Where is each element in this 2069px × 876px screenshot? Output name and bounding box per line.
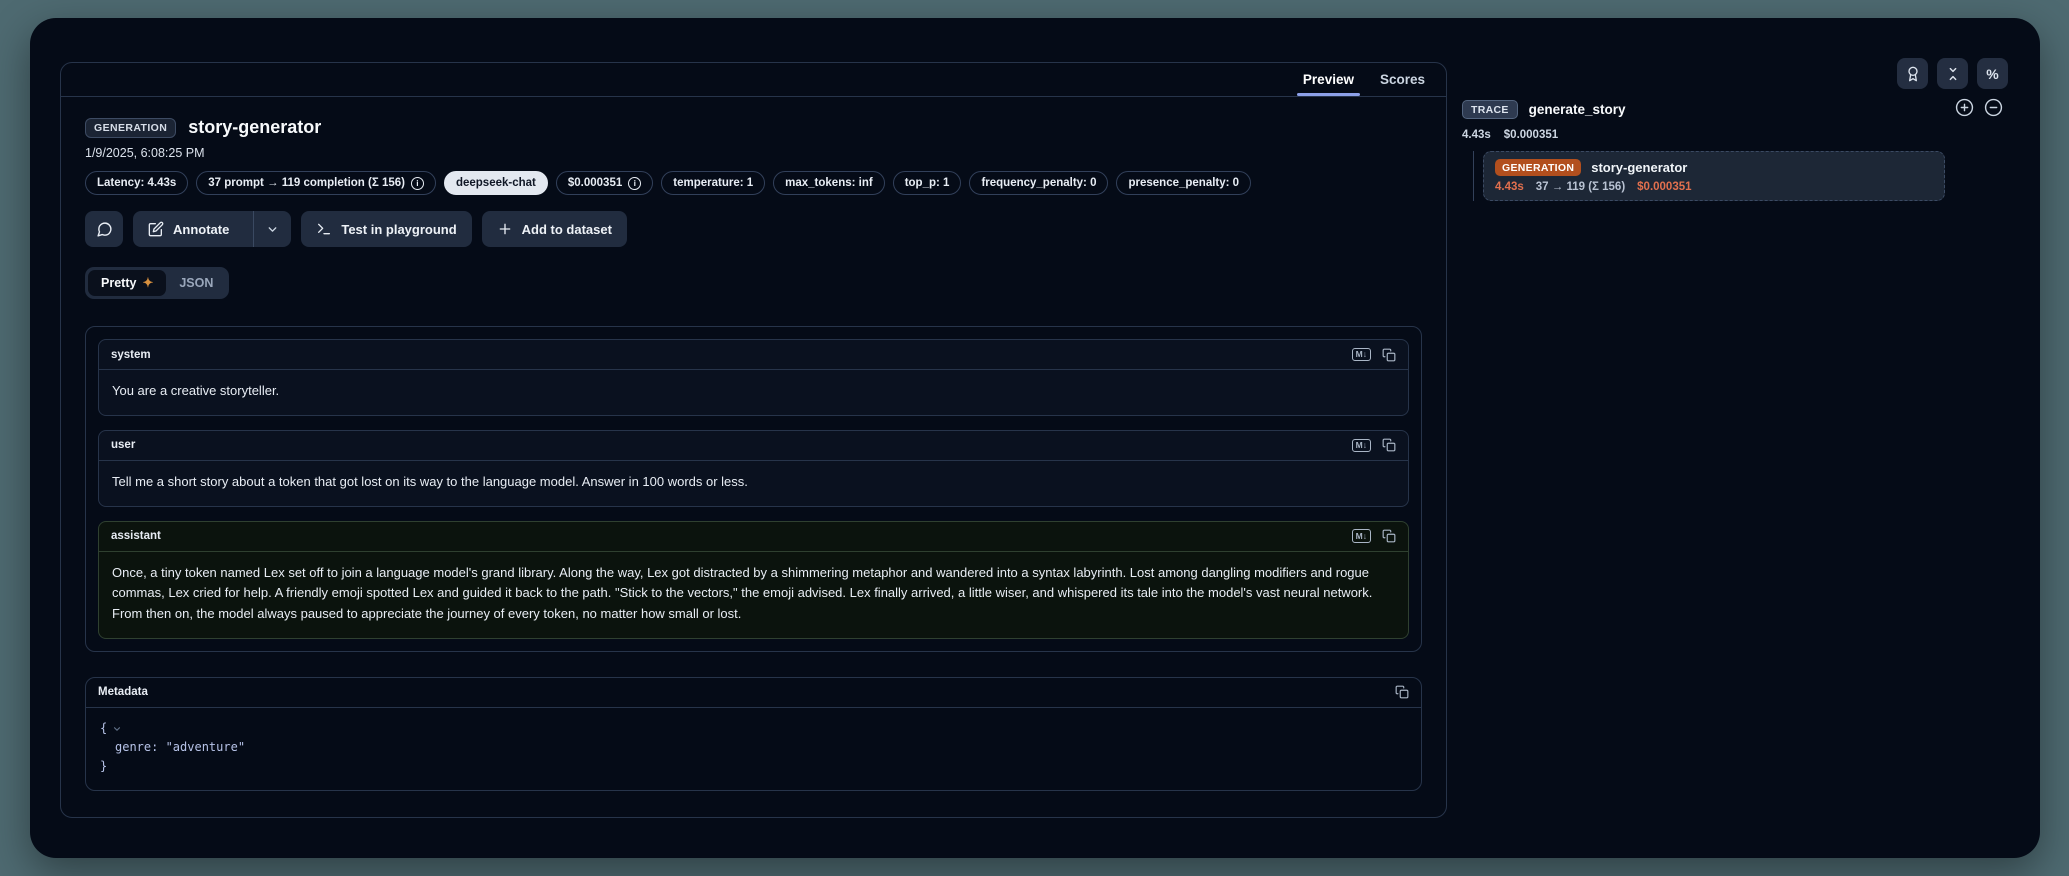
trace-latency: 4.43s: [1462, 129, 1491, 141]
tree-node-story-generator[interactable]: GENERATION story-generator 4.43s 37 → 11…: [1483, 151, 1945, 201]
node-cost: $0.000351: [1637, 181, 1691, 193]
page-title: story-generator: [188, 117, 321, 138]
message-role: assistant: [111, 530, 161, 542]
node-tokens: 37 → 119 (Σ 156): [1536, 181, 1625, 193]
info-icon: i: [411, 177, 424, 190]
copy-icon[interactable]: [1382, 438, 1396, 452]
annotate-label: Annotate: [173, 222, 229, 237]
collapse-chevron-icon[interactable]: [112, 724, 122, 734]
messages-container: system M↓ You are a creative storyteller…: [85, 326, 1422, 652]
cost-pill[interactable]: $0.000351 i: [556, 171, 653, 195]
award-icon: [1905, 66, 1921, 82]
observation-timestamp: 1/9/2025, 6:08:25 PM: [85, 146, 1422, 160]
observation-content: GENERATION story-generator 1/9/2025, 6:0…: [61, 97, 1446, 791]
collapse-all-button[interactable]: [1984, 98, 2003, 117]
observation-type-badge: GENERATION: [85, 118, 176, 138]
terminal-icon: [316, 221, 332, 237]
view-mode-toggle: Pretty ✦ JSON: [85, 267, 229, 299]
pen-square-icon: [148, 221, 164, 237]
generation-type-badge: GENERATION: [1495, 159, 1581, 176]
copy-icon[interactable]: [1395, 685, 1409, 699]
pretty-view-button[interactable]: Pretty ✦: [88, 270, 166, 296]
copy-icon[interactable]: [1382, 529, 1396, 543]
json-view-button[interactable]: JSON: [166, 270, 226, 296]
collapse-panel-button[interactable]: [1937, 58, 1968, 89]
expand-all-button[interactable]: [1955, 98, 1974, 117]
assistant-message-block: assistant M↓ Once, a tiny token named Le…: [98, 521, 1409, 639]
chevron-down-icon: [266, 223, 279, 236]
copy-icon[interactable]: [1382, 348, 1396, 362]
observation-preview-panel: Preview Scores GENERATION story-generato…: [60, 62, 1447, 818]
annotate-dropdown-button[interactable]: [253, 211, 291, 247]
percent-toggle-button[interactable]: %: [1977, 58, 2008, 89]
pretty-label: Pretty: [101, 276, 136, 290]
annotate-split-button: Annotate: [133, 211, 291, 247]
percent-icon: %: [1986, 66, 1998, 82]
markdown-toggle-icon[interactable]: M↓: [1352, 348, 1371, 362]
tab-scores[interactable]: Scores: [1367, 63, 1438, 96]
temperature-pill: temperature: 1: [661, 171, 765, 195]
system-message-block: system M↓ You are a creative storyteller…: [98, 339, 1409, 416]
trace-metrics: 4.43s $0.000351: [1462, 129, 1558, 141]
node-latency: 4.43s: [1495, 181, 1524, 193]
preview-tabbar: Preview Scores: [61, 63, 1446, 97]
trace-cost: $0.000351: [1504, 129, 1558, 141]
tree-guide-line: [1473, 151, 1474, 201]
tab-preview[interactable]: Preview: [1290, 63, 1367, 96]
json-open-brace: {: [100, 719, 107, 738]
json-entry: genre: "adventure": [115, 738, 245, 757]
sparkles-icon: ✦: [142, 275, 153, 291]
message-role: system: [111, 349, 151, 361]
latency-pill: Latency: 4.43s: [85, 171, 188, 195]
metadata-title: Metadata: [98, 686, 148, 698]
presence-penalty-pill: presence_penalty: 0: [1116, 171, 1251, 195]
tree-expand-controls: [1955, 98, 2003, 117]
plus-icon: [497, 221, 513, 237]
info-icon: i: [628, 177, 641, 190]
dataset-label: Add to dataset: [522, 222, 612, 237]
comment-button[interactable]: [85, 211, 123, 247]
node-name: story-generator: [1591, 160, 1687, 175]
trace-tree: GENERATION story-generator 4.43s 37 → 11…: [1473, 151, 1945, 201]
json-close-brace: }: [100, 757, 107, 776]
token-usage-pill[interactable]: 37 prompt → 119 completion (Σ 156) i: [196, 171, 436, 195]
trace-name[interactable]: generate_story: [1529, 102, 1626, 117]
markdown-toggle-icon[interactable]: M↓: [1352, 439, 1371, 453]
panel-action-buttons: %: [1897, 58, 2008, 89]
metadata-box: Metadata { genre: "ad: [85, 677, 1422, 791]
comment-icon: [96, 221, 113, 238]
trace-type-badge: TRACE: [1462, 100, 1518, 119]
annotate-button[interactable]: Annotate: [133, 211, 244, 247]
metric-pills: Latency: 4.43s 37 prompt → 119 completio…: [85, 171, 1422, 195]
action-toolbar: Annotate Test in playground: [85, 211, 1422, 247]
test-in-playground-button[interactable]: Test in playground: [301, 211, 471, 247]
annotation-queue-button[interactable]: [1897, 58, 1928, 89]
cost-label: $0.000351: [568, 177, 622, 189]
metadata-json: { genre: "adventure" }: [86, 708, 1421, 790]
max-tokens-pill: max_tokens: inf: [773, 171, 885, 195]
model-pill[interactable]: deepseek-chat: [444, 171, 548, 195]
message-content: You are a creative storyteller.: [99, 370, 1408, 415]
frequency-penalty-pill: frequency_penalty: 0: [969, 171, 1108, 195]
message-content: Tell me a short story about a token that…: [99, 461, 1408, 506]
add-to-dataset-button[interactable]: Add to dataset: [482, 211, 627, 247]
playground-label: Test in playground: [341, 222, 456, 237]
user-message-block: user M↓ Tell me a short story about a to…: [98, 430, 1409, 507]
message-content: Once, a tiny token named Lex set off to …: [99, 552, 1408, 638]
top-p-pill: top_p: 1: [893, 171, 962, 195]
message-role: user: [111, 439, 135, 451]
markdown-toggle-icon[interactable]: M↓: [1352, 529, 1371, 543]
token-usage-label: 37 prompt → 119 completion (Σ 156): [208, 177, 405, 189]
app-card: Preview Scores GENERATION story-generato…: [30, 18, 2040, 858]
collapse-vertical-icon: [1945, 66, 1961, 82]
